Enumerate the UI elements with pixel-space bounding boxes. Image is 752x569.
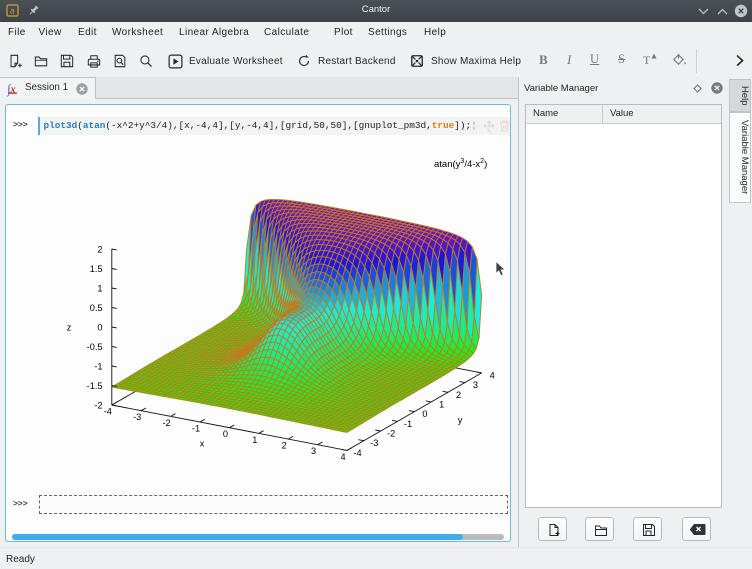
svg-text:1: 1	[97, 283, 102, 293]
svg-text:atan(y3/4-x2): atan(y3/4-x2)	[434, 158, 487, 170]
svg-text:1: 1	[439, 399, 444, 409]
svg-text:-1.5: -1.5	[87, 381, 103, 391]
svg-text:0: 0	[422, 409, 427, 419]
svg-text:y: y	[458, 415, 463, 425]
svg-text:-1: -1	[404, 419, 412, 429]
svg-text:3: 3	[473, 380, 478, 390]
svg-text:3: 3	[311, 446, 316, 456]
svg-text:1: 1	[252, 435, 257, 445]
svg-text:2: 2	[282, 441, 287, 451]
svg-text:-1: -1	[192, 424, 200, 434]
svg-text:-3: -3	[133, 412, 141, 422]
svg-text:0: 0	[223, 429, 228, 439]
svg-text:2: 2	[456, 390, 461, 400]
svg-text:-3: -3	[370, 438, 378, 448]
svg-text:2: 2	[97, 244, 102, 254]
svg-text:-0.5: -0.5	[87, 342, 103, 352]
svg-text:4: 4	[340, 452, 345, 462]
svg-text:-2: -2	[387, 429, 395, 439]
svg-text:1.5: 1.5	[90, 264, 103, 274]
svg-text:-4: -4	[104, 407, 112, 417]
svg-text:-4: -4	[353, 448, 361, 458]
svg-text:4: 4	[490, 370, 495, 380]
svg-text:z: z	[67, 323, 72, 333]
svg-text:0.5: 0.5	[90, 303, 103, 313]
svg-text:-2: -2	[163, 418, 171, 428]
svg-text:0: 0	[97, 322, 102, 332]
svg-text:-2: -2	[94, 400, 102, 410]
svg-text:x: x	[10, 85, 16, 96]
svg-text:-1: -1	[94, 361, 102, 371]
svg-text:x: x	[200, 439, 205, 449]
